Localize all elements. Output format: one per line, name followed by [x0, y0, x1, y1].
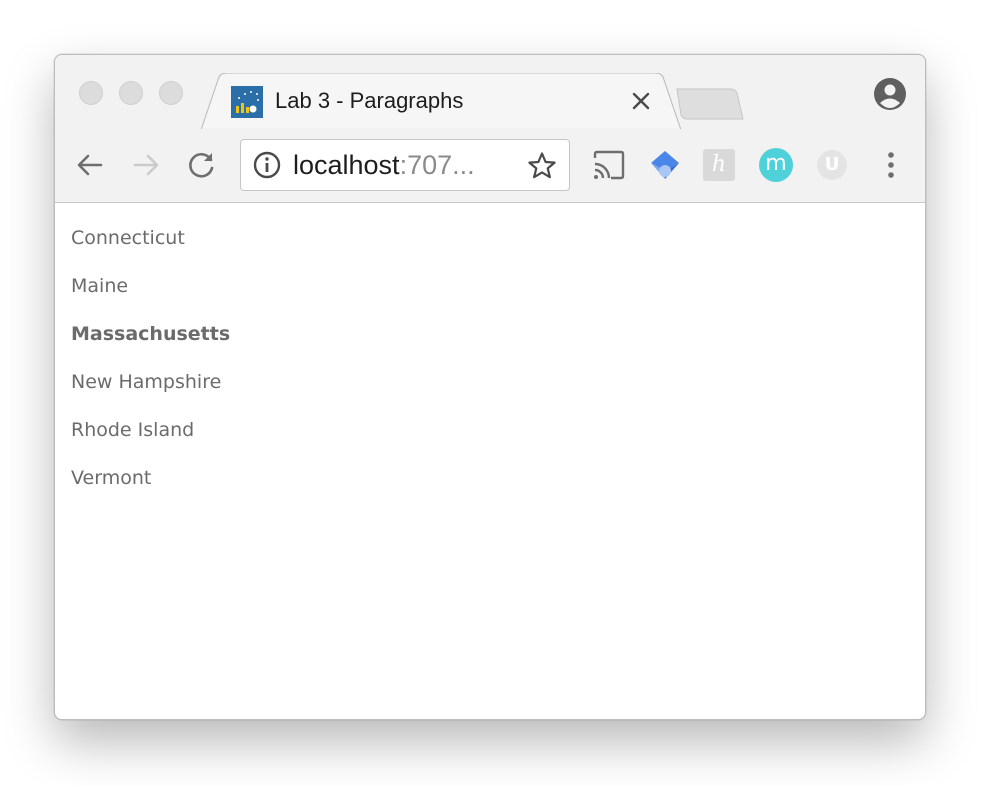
url-text[interactable]: localhost:707... [293, 149, 475, 181]
paragraph-rhode-island: Rhode Island [71, 419, 195, 441]
page-content: Connecticut Maine Massachusetts New Hamp… [55, 203, 925, 719]
browser-window: Lab 3 - Paragraphs localhost:707... h m … [54, 54, 926, 720]
toolbar: localhost:707... h m U [55, 129, 925, 203]
new-tab-button[interactable] [675, 87, 745, 121]
cast-icon[interactable] [591, 147, 627, 183]
tab-title: Lab 3 - Paragraphs [275, 88, 464, 113]
menu-kebab-icon[interactable] [873, 147, 909, 183]
minimize-window-button[interactable] [119, 81, 143, 105]
extension-m-icon[interactable]: m [759, 148, 793, 182]
back-arrow-icon[interactable] [73, 148, 107, 182]
paragraph-vermont: Vermont [71, 467, 152, 489]
close-window-button[interactable] [79, 81, 103, 105]
zoom-window-button[interactable] [159, 81, 183, 105]
bookmark-star-icon[interactable] [527, 151, 557, 181]
forward-arrow-icon[interactable] [129, 148, 163, 182]
close-tab-icon[interactable] [629, 89, 653, 113]
paragraph-new-hampshire: New Hampshire [71, 371, 222, 393]
extension-diamond-icon[interactable] [647, 147, 683, 183]
extension-u-icon[interactable]: U [817, 150, 847, 180]
paragraph-maine: Maine [71, 275, 129, 297]
reload-icon[interactable] [185, 148, 219, 182]
chart-favicon-icon [231, 86, 263, 118]
extension-h-label: h [711, 152, 727, 177]
extension-u-label: U [824, 154, 840, 175]
url-host: localhost [293, 150, 400, 180]
paragraph-connecticut: Connecticut [71, 227, 185, 249]
paragraph-massachusetts: Massachusetts [71, 323, 231, 345]
extension-h-icon[interactable]: h [703, 149, 735, 181]
tab-strip: Lab 3 - Paragraphs [55, 55, 925, 131]
tab-active[interactable]: Lab 3 - Paragraphs [201, 73, 681, 131]
extension-m-label: m [765, 151, 787, 176]
profile-icon[interactable] [873, 77, 907, 111]
info-icon[interactable] [253, 151, 281, 179]
url-rest: :707... [399, 150, 475, 180]
address-bar[interactable]: localhost:707... [240, 139, 570, 191]
